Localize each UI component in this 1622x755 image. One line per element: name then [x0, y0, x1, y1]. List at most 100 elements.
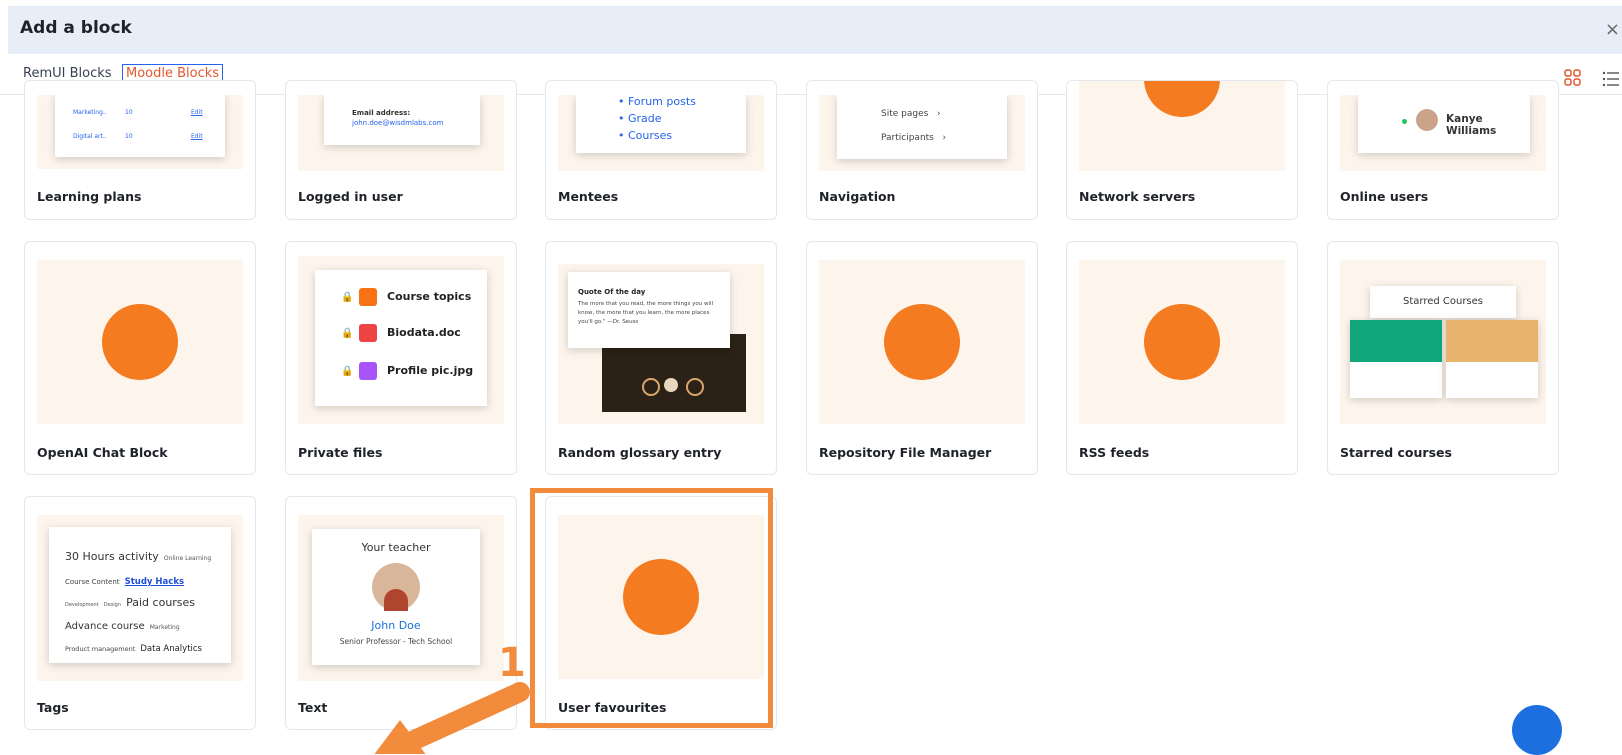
preview-panel: Marketing.. 10 Edit Digital art.. 10 Edi…	[55, 95, 225, 157]
block-label: Tags	[37, 700, 69, 715]
block-label: Starred courses	[1340, 445, 1452, 460]
tag: Advance course	[65, 621, 145, 632]
block-card-random-glossary[interactable]: Quote Of the day The more that you read,…	[545, 241, 777, 475]
moodle-logo-icon	[884, 304, 960, 380]
block-thumbnail	[1079, 260, 1285, 424]
modal-title: Add a block	[20, 18, 132, 38]
course-image	[1446, 320, 1538, 362]
tag: Online Learning	[163, 555, 212, 562]
preview-text: Email address:	[352, 109, 411, 117]
preview-text: Profile pic.jpg	[387, 364, 474, 377]
block-thumbnail: Site pages › Participants ›	[819, 95, 1025, 171]
block-card-rss-feeds[interactable]: RSS feeds	[1066, 241, 1298, 475]
preview-text: John Doe	[371, 619, 421, 632]
block-card-tags[interactable]: 30 Hours activity Online Learning Course…	[24, 496, 256, 730]
tag: Marketing	[149, 624, 180, 631]
course-image	[1350, 320, 1442, 362]
course-card	[1350, 320, 1442, 398]
block-label: Mentees	[558, 189, 619, 204]
block-card-online-users[interactable]: Kanye Williams Online users	[1327, 80, 1559, 220]
block-card-network-servers[interactable]: Network servers	[1066, 80, 1298, 220]
preview-panel: Email address: john.doe@wisdmlabs.com	[324, 95, 480, 145]
block-label: Text	[298, 700, 328, 715]
document-icon	[359, 324, 377, 342]
preview-text: Course topics	[387, 290, 472, 303]
block-card-private-files[interactable]: 🔒 Course topics 🔒 Biodata.doc 🔒 Profile …	[285, 241, 517, 475]
preview-panel: Quote Of the day The more that you read,…	[568, 272, 730, 348]
block-thumbnail	[1079, 81, 1285, 171]
block-thumbnail: Quote Of the day The more that you read,…	[558, 264, 764, 424]
block-label: Learning plans	[37, 189, 142, 204]
tag: Product management	[65, 645, 136, 653]
avatar-shirt	[384, 589, 408, 611]
grid-view-icon[interactable]	[1564, 69, 1582, 87]
block-label: Random glossary entry	[558, 445, 722, 460]
avatar	[372, 563, 420, 611]
moodle-logo-icon	[1144, 304, 1220, 380]
tag-line: Development Design Paid courses	[65, 591, 195, 610]
preview-panel: • Forum posts • Grade • Courses	[576, 95, 746, 153]
block-card-logged-in-user[interactable]: Email address: john.doe@wisdmlabs.com Lo…	[285, 80, 517, 220]
moodle-logo-icon	[102, 304, 178, 380]
preview-text: Your teacher	[361, 541, 431, 554]
preview-text: 10	[125, 109, 133, 116]
preview-panel: Your teacher John Doe Senior Professor -…	[312, 529, 480, 665]
folder-icon	[359, 288, 377, 306]
preview-panel: 30 Hours activity Online Learning Course…	[49, 527, 231, 663]
decorative-icon	[686, 378, 704, 396]
graduation-icon	[664, 378, 678, 392]
online-status-dot	[1402, 119, 1407, 124]
block-thumbnail	[37, 260, 243, 424]
block-label: Navigation	[819, 189, 896, 204]
tag: Course Content	[65, 578, 120, 586]
block-card-repository-file-manager[interactable]: Repository File Manager	[806, 241, 1038, 475]
close-icon[interactable]: ×	[1605, 19, 1620, 40]
lock-icon: 🔒	[341, 292, 354, 303]
tag-line: Advance course Marketing	[65, 614, 180, 633]
block-thumbnail: 🔒 Course topics 🔒 Biodata.doc 🔒 Profile …	[298, 256, 504, 424]
block-thumbnail: Starred Courses	[1340, 260, 1546, 424]
preview-text: Senior Professor - Tech School	[339, 637, 453, 646]
block-card-learning-plans[interactable]: Marketing.. 10 Edit Digital art.. 10 Edi…	[24, 80, 256, 220]
tag: Development	[65, 602, 99, 608]
tag-line: Course Content Study Hacks	[65, 569, 184, 588]
preview-text: Kanye Williams	[1446, 113, 1497, 137]
block-card-navigation[interactable]: Site pages › Participants › Navigation	[806, 80, 1038, 220]
moodle-logo-icon	[1144, 81, 1220, 117]
preview-nav-item: Participants ›	[881, 133, 947, 143]
course-card	[1446, 320, 1538, 398]
block-card-mentees[interactable]: • Forum posts • Grade • Courses Mentees	[545, 80, 777, 220]
preview-panel: Site pages › Participants ›	[837, 95, 1007, 159]
image-icon	[359, 362, 377, 380]
preview-list-item: • Forum posts	[618, 95, 696, 108]
block-label: RSS feeds	[1079, 445, 1150, 460]
preview-list-item: • Grade	[618, 112, 662, 125]
tag-line: 30 Hours activity Online Learning	[65, 545, 211, 564]
preview-panel: Starred Courses	[1370, 286, 1516, 318]
block-thumbnail: Marketing.. 10 Edit Digital art.. 10 Edi…	[37, 95, 243, 169]
block-thumbnail	[819, 260, 1025, 424]
block-card-starred-courses[interactable]: Starred Courses Starred courses	[1327, 241, 1559, 475]
preview-nav-item: Site pages ›	[881, 109, 941, 119]
preview-text: Quote Of the day	[578, 288, 646, 296]
tag-line: Product management Data Analytics	[65, 636, 202, 655]
block-label: OpenAI Chat Block	[37, 445, 168, 460]
list-view-icon[interactable]	[1602, 70, 1620, 88]
preview-panel: 🔒 Course topics 🔒 Biodata.doc 🔒 Profile …	[315, 270, 487, 406]
block-label: Online users	[1340, 189, 1429, 204]
preview-text: john.doe@wisdmlabs.com	[352, 119, 444, 127]
block-card-openai-chat[interactable]: OpenAI Chat Block	[24, 241, 256, 475]
block-label: Network servers	[1079, 189, 1196, 204]
chat-widget-button[interactable]	[1512, 705, 1562, 755]
preview-text: 10	[125, 133, 133, 140]
preview-text: Marketing..	[73, 109, 107, 116]
annotation-arrow-icon	[374, 682, 530, 754]
block-thumbnail: Kanye Williams	[1340, 95, 1546, 171]
preview-text: Biodata.doc	[387, 326, 461, 339]
tag: Paid courses	[126, 596, 196, 609]
avatar	[1416, 109, 1438, 131]
block-label: Repository File Manager	[819, 445, 992, 460]
modal-header: Add a block ×	[8, 6, 1622, 54]
block-thumbnail: Email address: john.doe@wisdmlabs.com	[298, 95, 504, 171]
lock-icon: 🔒	[341, 366, 354, 377]
